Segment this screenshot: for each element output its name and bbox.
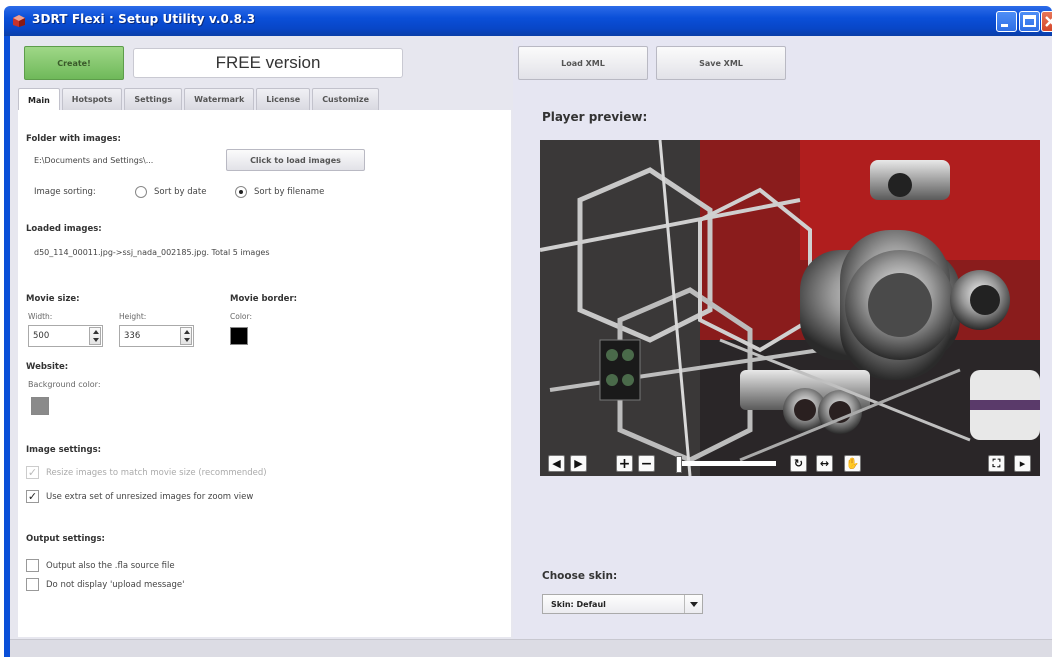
chevron-down-icon[interactable]	[684, 595, 702, 613]
height-input[interactable]: 336	[119, 325, 194, 347]
width-stepper[interactable]	[89, 327, 101, 345]
rotate-icon[interactable]: ↻	[790, 455, 807, 472]
app-icon	[13, 15, 25, 27]
arrow-right-icon[interactable]: ▶	[570, 455, 587, 472]
tab-watermark[interactable]: Watermark	[184, 88, 255, 110]
sort-by-filename-radio[interactable]	[235, 186, 247, 198]
background-color-swatch[interactable]	[31, 397, 49, 415]
hand-icon[interactable]: ✋	[844, 455, 861, 472]
zoom-slider[interactable]	[678, 461, 776, 466]
width-label: Width:	[28, 312, 53, 321]
zoom-in-icon[interactable]: +	[616, 455, 633, 472]
no-upload-message-checkbox[interactable]	[26, 578, 39, 591]
loaded-images-text: d50_114_00011.jpg->ssj_nada_002185.jpg. …	[34, 248, 270, 257]
height-stepper[interactable]	[180, 327, 192, 345]
choose-skin-label: Choose skin:	[542, 570, 618, 582]
tab-hotspots[interactable]: Hotspots	[61, 88, 123, 110]
folder-heading: Folder with images:	[26, 134, 121, 144]
tab-license[interactable]: License	[256, 88, 311, 110]
zoom-out-icon[interactable]: −	[638, 455, 655, 472]
movie-size-heading: Movie size:	[26, 294, 80, 304]
tab-settings[interactable]: Settings	[124, 88, 183, 110]
close-icon	[1045, 16, 1052, 27]
movie-border-heading: Movie border:	[230, 294, 298, 304]
height-value: 336	[124, 331, 141, 341]
border-color-label: Color:	[230, 312, 252, 321]
fullscreen-icon[interactable]: ⛶	[988, 455, 1005, 472]
player-preview[interactable]: ◀ ▶ + − ↻ ↔ ✋ ⛶ ▸	[540, 140, 1040, 476]
tab-main[interactable]: Main	[18, 88, 60, 111]
extra-set-label[interactable]: Use extra set of unresized images for zo…	[46, 492, 253, 502]
no-upload-message-label[interactable]: Do not display 'upload message'	[46, 580, 184, 590]
tab-customize[interactable]: Customize	[312, 88, 379, 110]
save-xml-button[interactable]: Save XML	[656, 46, 786, 80]
folder-path: E:\Documents and Settings\...	[34, 156, 154, 165]
sort-by-filename-label[interactable]: Sort by filename	[254, 187, 324, 197]
border-color-swatch[interactable]	[230, 327, 248, 345]
create-button[interactable]: Create!	[24, 46, 124, 80]
extra-set-checkbox[interactable]: ✓	[26, 490, 39, 503]
loaded-images-heading: Loaded images:	[26, 224, 102, 234]
width-value: 500	[33, 331, 50, 341]
load-xml-button[interactable]: Load XML	[518, 46, 648, 80]
resize-images-label: Resize images to match movie size (recom…	[46, 468, 267, 478]
arrow-left-icon[interactable]: ◀	[548, 455, 565, 472]
window-title: 3DRT Flexi : Setup Utility v.0.8.3	[32, 12, 256, 26]
height-label: Height:	[119, 312, 147, 321]
player-controls: ◀ ▶ + − ↻ ↔ ✋ ⛶ ▸	[540, 448, 1040, 476]
background-color-label: Background color:	[28, 380, 101, 389]
status-bar	[10, 639, 1052, 657]
zoom-slider-handle[interactable]	[676, 456, 682, 473]
skin-selected-value: Skin: Defaul	[551, 599, 606, 609]
preview-image	[540, 140, 1040, 476]
maximize-button[interactable]	[1019, 11, 1040, 32]
sort-by-date-radio[interactable]	[135, 186, 147, 198]
minimize-button[interactable]	[996, 11, 1017, 32]
tab-bar: Main Hotspots Settings Watermark License…	[18, 88, 381, 111]
sorting-label: Image sorting:	[34, 187, 96, 197]
title-bar: 3DRT Flexi : Setup Utility v.0.8.3	[4, 6, 1052, 36]
width-input[interactable]: 500	[28, 325, 103, 347]
minimize-icon	[1001, 24, 1008, 27]
flip-icon[interactable]: ↔	[816, 455, 833, 472]
resize-images-checkbox: ✓	[26, 466, 39, 479]
output-settings-heading: Output settings:	[26, 534, 105, 544]
output-fla-label[interactable]: Output also the .fla source file	[46, 561, 175, 571]
player-preview-label: Player preview:	[542, 110, 648, 124]
image-settings-heading: Image settings:	[26, 445, 102, 455]
output-fla-checkbox[interactable]	[26, 559, 39, 572]
maximize-icon	[1023, 15, 1036, 27]
skin-select[interactable]: Skin: Defaul	[542, 594, 703, 614]
website-heading: Website:	[26, 362, 69, 372]
sort-by-date-label[interactable]: Sort by date	[154, 187, 206, 197]
version-label: FREE version	[133, 48, 403, 78]
close-button[interactable]	[1041, 11, 1052, 32]
next-icon[interactable]: ▸	[1014, 455, 1031, 472]
load-images-button[interactable]: Click to load images	[226, 149, 365, 171]
